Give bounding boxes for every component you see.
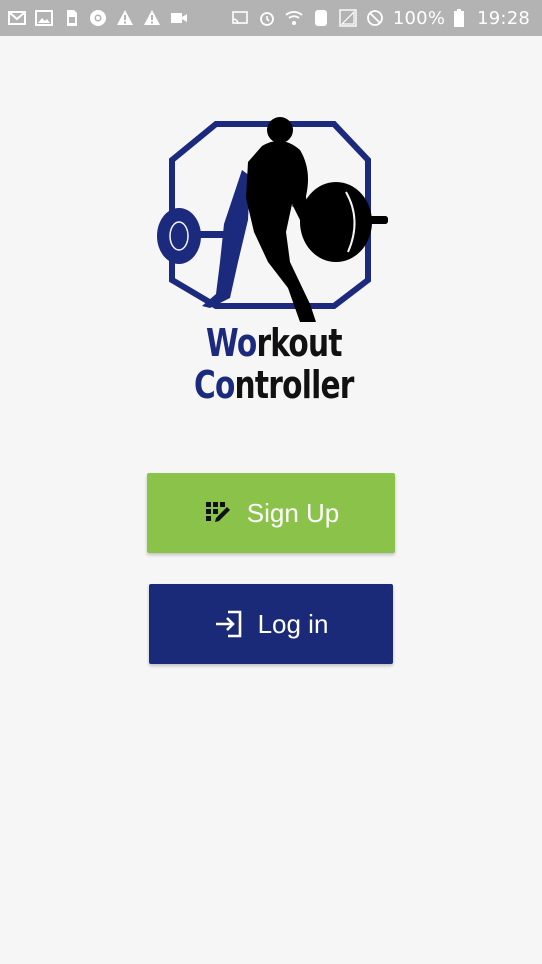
signup-grid-pencil-icon [203,498,233,528]
status-bar-system: 100% 19:28 [231,8,530,29]
warning-icon [116,9,134,27]
logo-title-line1-rest: rkout [256,321,342,365]
logo-title-line2-accent: Co [194,363,235,407]
battery-percent: 100% [392,7,446,29]
sim-icon [62,9,80,27]
wifi-icon [285,9,303,27]
chrome-icon [89,9,107,27]
log-in-label: Log in [257,608,329,639]
clock: 19:28 [477,7,530,29]
status-bar: 100% 19:28 [0,0,542,36]
log-in-button[interactable]: Log in [149,584,393,664]
battery-icon [454,9,465,27]
cast-icon [231,9,249,27]
logo-title-line1-accent: Wo [206,321,257,365]
signal-icon [339,9,357,27]
alarm-icon [258,9,276,27]
sign-up-label: Sign Up [246,497,340,528]
phone-icon [312,9,330,27]
warning-icon [143,9,161,27]
logo-title-line2-rest: ntroller [234,363,355,407]
status-bar-notifications [8,9,188,27]
sign-up-button[interactable]: Sign Up [147,473,395,553]
gmail-icon [8,9,26,27]
weightlifter-logo-icon [157,117,388,322]
login-arrow-icon [214,609,244,639]
logo-title-line1: Workout [206,324,397,362]
do-not-disturb-icon [366,9,384,27]
logo-title-line2: Controller [194,366,385,404]
image-icon [35,9,53,27]
video-icon [170,9,188,27]
app-logo: Workout Controller [150,112,395,407]
